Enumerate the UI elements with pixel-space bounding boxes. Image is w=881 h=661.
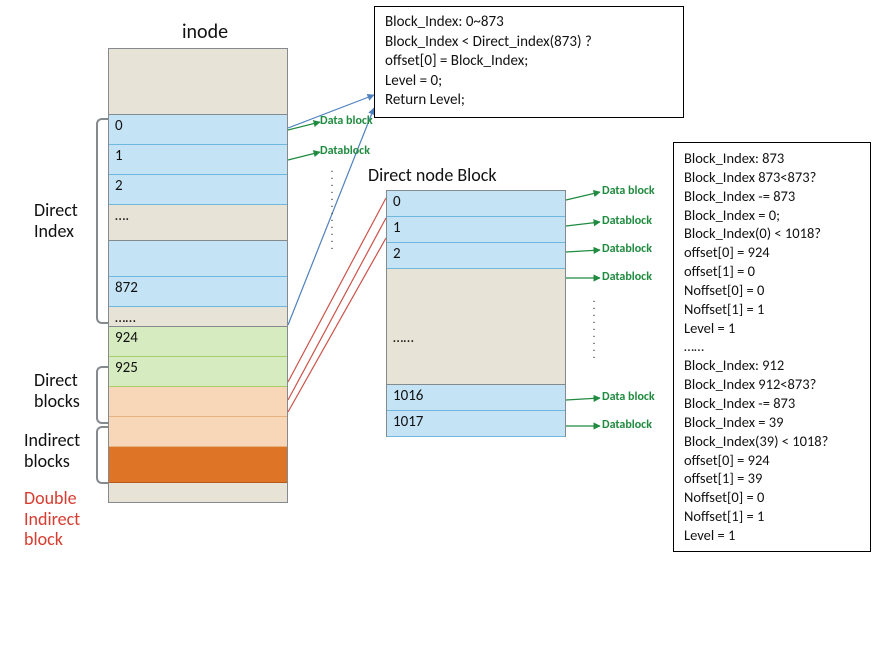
label-direct-index: Direct Index — [34, 200, 78, 241]
inode-row-925: 925 — [109, 357, 287, 387]
label-data-block-1: Data block — [320, 114, 373, 128]
info1-l5: Return Level; — [385, 91, 673, 111]
label-indirect-blocks: Indirect blocks — [24, 430, 80, 471]
info2-l11: …… — [684, 337, 860, 356]
label-datablock-1: Datablock — [320, 144, 370, 158]
inode-row-872: 872 — [109, 277, 287, 307]
info2-l9: Noffset[1] = 1 — [684, 300, 860, 319]
info-box-direct-node: Block_Index: 873 Block_Index 873<873? Bl… — [673, 142, 871, 552]
inode-footer-space — [109, 483, 287, 503]
info1-l3: offset[0] = Block_Index; — [385, 52, 673, 72]
inode-row-ellipsis: …. — [109, 205, 287, 241]
info2-l15: Block_Index = 39 — [684, 413, 860, 432]
info2-l4: Block_Index = 0; — [684, 206, 860, 225]
inode-row-1: 1 — [109, 145, 287, 175]
info2-l8: Noffset[0] = 0 — [684, 281, 860, 300]
brace-direct-blocks — [96, 366, 108, 424]
brace-indirect-blocks — [96, 426, 108, 484]
info2-l13: Block_Index 912<873? — [684, 375, 860, 394]
info2-l10: Level = 1 — [684, 319, 860, 338]
info2-l6: offset[0] = 924 — [684, 243, 860, 262]
info2-l3: Block_Index -= 873 — [684, 187, 860, 206]
dnode-row-2: 2 — [387, 243, 565, 269]
label-data-block-3: Data block — [602, 390, 655, 404]
inode-row-2: 2 — [109, 175, 287, 205]
info1-l4: Level = 0; — [385, 72, 673, 92]
info2-l12: Block_Index: 912 — [684, 356, 860, 375]
label-datablock-3: Datablock — [602, 242, 652, 256]
info2-l20: Noffset[1] = 1 — [684, 507, 860, 526]
direct-node-block-title: Direct node Block — [368, 164, 497, 186]
inode-separator: …… — [109, 307, 287, 327]
inode-title: inode — [150, 20, 260, 44]
info2-l14: Block_Index -= 873 — [684, 394, 860, 413]
info-box-direct: Block_Index: 0~873 Block_Index < Direct_… — [374, 6, 684, 118]
info2-l19: Noffset[0] = 0 — [684, 488, 860, 507]
label-datablock-4: Datablock — [602, 270, 652, 284]
label-direct-blocks: Direct blocks — [34, 370, 80, 411]
inode-row-last — [109, 241, 287, 277]
dnode-row-1017: 1017 — [387, 411, 565, 437]
info1-l1: Block_Index: 0~873 — [385, 13, 673, 33]
inode-row-0: 0 — [109, 115, 287, 145]
info2-l7: offset[1] = 0 — [684, 262, 860, 281]
info2-l1: Block_Index: 873 — [684, 149, 860, 168]
dnode-row-1: 1 — [387, 217, 565, 243]
direct-node-block: 0 1 2 …… 1016 1017 — [386, 190, 566, 437]
dnode-row-0: 0 — [387, 191, 565, 217]
inode-block: 0 1 2 …. 872 …… 924 925 — [108, 48, 288, 503]
info2-l5: Block_Index(0) < 1018? — [684, 224, 860, 243]
info2-l17: offset[0] = 924 — [684, 451, 860, 470]
brace-direct-index — [96, 118, 108, 324]
label-double-indirect-block: Double Indirect block — [24, 488, 80, 550]
label-datablock-5: Datablock — [602, 418, 652, 432]
inode-header-space — [109, 49, 287, 115]
vdots-2: ......... — [590, 295, 598, 358]
info1-l2: Block_Index < Direct_index(873) ? — [385, 33, 673, 53]
inode-indirect-1 — [109, 387, 287, 417]
inode-double-indirect — [109, 447, 287, 483]
label-datablock-2: Datablock — [602, 214, 652, 228]
label-data-block-2: Data block — [602, 184, 655, 198]
inode-indirect-2 — [109, 417, 287, 447]
info2-l18: offset[1] = 39 — [684, 469, 860, 488]
info2-l16: Block_Index(39) < 1018? — [684, 432, 860, 451]
info2-l21: Level = 1 — [684, 526, 860, 545]
dnode-row-1016: 1016 — [387, 385, 565, 411]
info2-l2: Block_Index 873<873? — [684, 168, 860, 187]
vdots-1: ............ — [328, 165, 336, 249]
inode-row-924: 924 — [109, 327, 287, 357]
dnode-ellipsis: …… — [387, 269, 565, 385]
